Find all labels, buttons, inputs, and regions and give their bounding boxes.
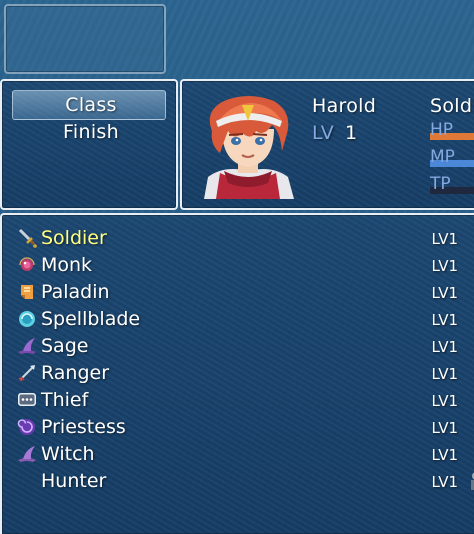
class-name: Monk — [41, 254, 93, 276]
actor-status-window: Harold Soldi LV 1 HP MP TP — [180, 79, 474, 210]
class-list-window: Soldier LV1 Monk LV1 Paladin LV1 Spellblade LV1… — [0, 213, 474, 534]
actor-name: Harold — [312, 95, 377, 117]
class-name: Ranger — [41, 362, 110, 384]
class-list-item[interactable]: Witch LV1 — [16, 441, 462, 468]
class-name: Thief — [41, 389, 89, 411]
actor-face-portrait — [204, 96, 294, 199]
hp-label: HP — [430, 120, 454, 140]
class-name: Sage — [41, 335, 89, 357]
class-list-item[interactable]: Soldier LV1 — [16, 225, 462, 252]
class-list-item[interactable]: Sage LV1 — [16, 333, 462, 360]
class-name: Paladin — [41, 281, 110, 303]
class-name: Spellblade — [41, 308, 141, 330]
class-list-item[interactable]: Hunter LV1 — [16, 468, 462, 495]
class-level: LV1 — [431, 230, 458, 248]
class-level: LV1 — [431, 284, 458, 302]
class-list-item[interactable]: Monk LV1 — [16, 252, 462, 279]
class-level: LV1 — [431, 392, 458, 410]
class-list-item[interactable]: Priestess LV1 — [16, 414, 462, 441]
class-command[interactable]: Class — [2, 94, 180, 116]
class-level: LV1 — [431, 257, 458, 275]
class-level: LV1 — [431, 311, 458, 329]
mp-label: MP — [430, 147, 455, 167]
class-name: Soldier — [41, 227, 107, 249]
class-level: LV1 — [431, 338, 458, 356]
class-list-item[interactable]: Ranger LV1 — [16, 360, 462, 387]
class-list-item[interactable]: Paladin LV1 — [16, 279, 462, 306]
tp-label: TP — [430, 174, 451, 194]
partial-sprite-icon — [471, 472, 474, 490]
actor-class-name: Soldi — [430, 95, 474, 117]
class-name: Witch — [41, 443, 95, 465]
class-level: LV1 — [431, 473, 458, 491]
class-level: LV1 — [431, 365, 458, 383]
class-name: Priestess — [41, 416, 126, 438]
class-list-item[interactable]: Spellblade LV1 — [16, 306, 462, 333]
finish-command[interactable]: Finish — [2, 121, 180, 143]
help-window — [4, 4, 166, 74]
level-value: 1 — [345, 122, 358, 144]
class-level: LV1 — [431, 446, 458, 464]
class-name: Hunter — [41, 470, 107, 492]
class-level: LV1 — [431, 419, 458, 437]
command-window: Class Finish — [0, 79, 178, 210]
level-label: LV — [312, 122, 335, 144]
class-list-item[interactable]: Thief LV1 — [16, 387, 462, 414]
